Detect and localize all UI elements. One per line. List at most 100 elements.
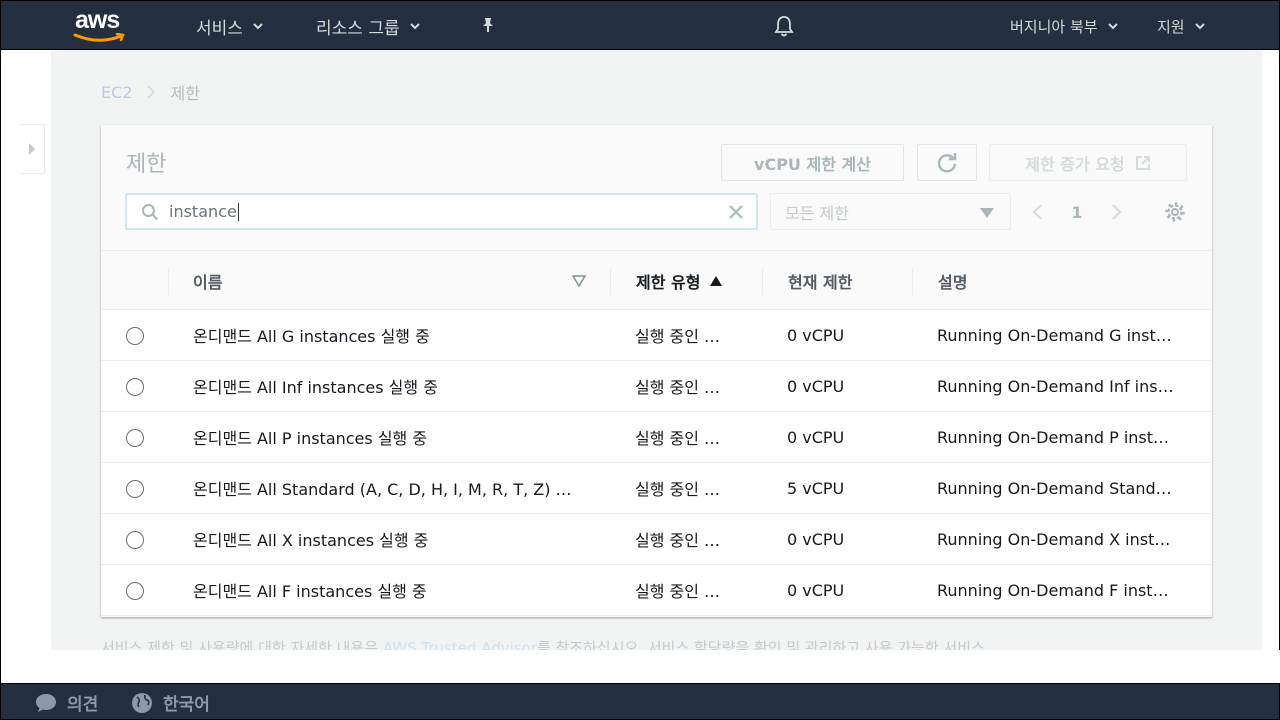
table-row[interactable]: 온디맨드 All F instances 실행 중 실행 중인 … 0 vCPU…	[101, 565, 1212, 616]
row-current-limit-text: 0 vCPU	[787, 325, 845, 345]
caret-down-icon	[980, 208, 994, 218]
info-text-before: 서비스 제한 및 사용량에 대한 자세한 내용은	[101, 640, 379, 650]
row-description: Running On-Demand G inst…	[937, 310, 1192, 360]
row-name-text: 온디맨드 All Standard (A, C, D, H, I, M, R, …	[193, 480, 572, 499]
row-description-text: Running On-Demand F inst…	[937, 580, 1169, 600]
row-select-radio[interactable]	[126, 582, 144, 600]
previous-page-icon[interactable]	[1031, 203, 1043, 221]
bell-icon[interactable]	[773, 15, 795, 37]
column-header-current-label: 현재 제한	[788, 273, 853, 292]
trusted-advisor-link[interactable]: AWS Trusted Advisor	[383, 640, 537, 650]
search-input[interactable]: instance	[125, 193, 758, 230]
column-header-description-label: 설명	[938, 273, 968, 292]
row-select-radio[interactable]	[126, 531, 144, 549]
column-header-name-label: 이름	[193, 273, 223, 292]
search-text: instance	[169, 201, 237, 221]
calculate-vcpu-limit-button[interactable]: vCPU 제한 계산	[721, 144, 904, 181]
limit-filter-select[interactable]: 모든 제한	[770, 193, 1011, 230]
row-name: 온디맨드 All P instances 실행 중	[193, 412, 593, 462]
row-select-radio[interactable]	[126, 378, 144, 396]
breadcrumb-current: 제한	[170, 84, 200, 103]
region-menu[interactable]: 버지니아 북부	[1010, 1, 1118, 51]
column-header-description[interactable]: 설명	[938, 251, 967, 311]
table-row[interactable]: 온디맨드 All Standard (A, C, D, H, I, M, R, …	[101, 463, 1212, 514]
row-current-limit: 0 vCPU	[787, 565, 907, 615]
row-type: 실행 중인 …	[635, 361, 745, 411]
services-label: 서비스	[196, 18, 243, 39]
row-select-radio[interactable]	[126, 480, 144, 498]
column-divider	[912, 268, 913, 295]
external-link-icon	[1135, 155, 1150, 170]
column-divider	[610, 268, 611, 295]
row-current-limit-text: 5 vCPU	[787, 478, 845, 498]
aws-logo[interactable]: aws	[73, 6, 131, 43]
row-name-text: 온디맨드 All P instances 실행 중	[193, 429, 428, 448]
row-name: 온디맨드 All G instances 실행 중	[193, 310, 593, 360]
request-limit-increase-button[interactable]: 제한 증가 요청	[989, 144, 1187, 181]
feedback-label: 의견	[67, 695, 99, 715]
row-type: 실행 중인 …	[635, 310, 745, 360]
support-label: 지원	[1157, 17, 1185, 36]
feedback-button[interactable]: 의견	[35, 684, 98, 720]
gear-icon[interactable]	[1164, 201, 1186, 223]
table-body: 온디맨드 All G instances 실행 중 실행 중인 … 0 vCPU…	[101, 310, 1212, 616]
row-description: Running On-Demand Stand…	[937, 463, 1192, 513]
top-navigation-bar: aws 서비스 리소스 그룹 버지니아 북부 지원	[0, 0, 1280, 50]
resource-groups-menu[interactable]: 리소스 그룹	[316, 1, 420, 51]
service-limits-info-text: 서비스 제한 및 사용량에 대한 자세한 내용은 AWS Trusted Adv…	[101, 640, 1211, 650]
row-type: 실행 중인 …	[635, 463, 745, 513]
support-menu[interactable]: 지원	[1157, 1, 1205, 51]
globe-icon	[132, 692, 152, 713]
search-icon	[142, 203, 159, 220]
row-name: 온디맨드 All X instances 실행 중	[193, 514, 593, 564]
console-footer: 의견 한국어	[0, 683, 1280, 720]
calculate-vcpu-limit-label: vCPU 제한 계산	[754, 154, 871, 174]
row-type-text: 실행 중인 …	[635, 327, 721, 346]
sort-inactive-icon[interactable]	[572, 275, 586, 287]
row-current-limit: 0 vCPU	[787, 412, 907, 462]
chevron-down-icon	[253, 23, 263, 30]
clear-icon[interactable]	[728, 204, 744, 220]
row-type-text: 실행 중인 …	[635, 480, 721, 499]
aws-smile-icon	[73, 33, 125, 42]
search-input-value: instance	[169, 202, 239, 222]
service-limits-info-line: 서비스 제한 및 사용량에 대한 자세한 내용은 AWS Trusted Adv…	[101, 640, 1211, 650]
language-selector[interactable]: 한국어	[131, 684, 210, 720]
column-header-current[interactable]: 현재 제한	[788, 251, 852, 311]
row-description-text: Running On-Demand X inst…	[937, 529, 1171, 549]
table-row[interactable]: 온디맨드 All X instances 실행 중 실행 중인 … 0 vCPU…	[101, 514, 1212, 565]
column-header-type[interactable]: 제한 유형	[636, 251, 723, 311]
language-label: 한국어	[163, 695, 210, 715]
row-type: 실행 중인 …	[635, 514, 745, 564]
row-type: 실행 중인 …	[635, 412, 745, 462]
aws-logo-text: aws	[75, 6, 120, 34]
row-current-limit-text: 0 vCPU	[787, 376, 845, 396]
window-right-border	[1262, 50, 1280, 650]
services-menu[interactable]: 서비스	[196, 1, 263, 51]
breadcrumb: EC2 제한	[101, 80, 200, 104]
table-row[interactable]: 온디맨드 All P instances 실행 중 실행 중인 … 0 vCPU…	[101, 412, 1212, 463]
panel-title: 제한	[126, 152, 167, 177]
row-description-text: Running On-Demand Stand…	[937, 478, 1172, 498]
refresh-button[interactable]	[917, 144, 977, 181]
chevron-down-icon	[409, 23, 420, 30]
table-row[interactable]: 온디맨드 All Inf instances 실행 중 실행 중인 … 0 vC…	[101, 361, 1212, 412]
row-description: Running On-Demand Inf ins…	[937, 361, 1192, 411]
row-type-text: 실행 중인 …	[635, 582, 721, 601]
row-type-text: 실행 중인 …	[635, 378, 721, 397]
row-select-radio[interactable]	[126, 429, 144, 447]
speech-bubble-icon	[36, 693, 56, 712]
row-description: Running On-Demand F inst…	[937, 565, 1192, 615]
breadcrumb-ec2-link[interactable]: EC2	[101, 83, 132, 102]
row-type-text: 실행 중인 …	[635, 429, 721, 448]
row-description-text: Running On-Demand G inst…	[937, 325, 1172, 345]
window-left-border	[0, 50, 1, 683]
pin-icon[interactable]	[480, 17, 496, 33]
table-row[interactable]: 온디맨드 All G instances 실행 중 실행 중인 … 0 vCPU…	[101, 310, 1212, 361]
sidebar-toggle[interactable]	[19, 124, 45, 174]
row-select-radio[interactable]	[126, 327, 144, 345]
limits-panel: 제한 vCPU 제한 계산 제한 증가 요청 instance 모든 제한 1	[101, 125, 1212, 617]
next-page-icon[interactable]	[1111, 203, 1123, 221]
column-header-name[interactable]: 이름	[193, 251, 222, 311]
row-name-text: 온디맨드 All Inf instances 실행 중	[193, 378, 438, 397]
